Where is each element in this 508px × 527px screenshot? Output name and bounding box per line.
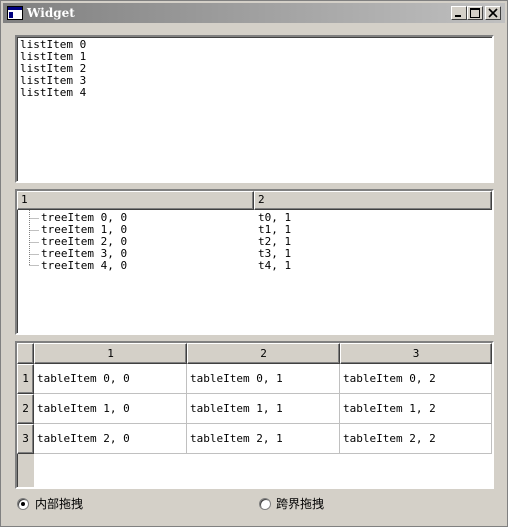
table-row-header[interactable]: 2	[17, 394, 34, 424]
window-title: Widget	[27, 6, 75, 20]
table-row-header[interactable]: 3	[17, 424, 34, 454]
table-cell[interactable]: tableItem 0, 2	[340, 364, 492, 394]
maximize-icon	[470, 8, 480, 18]
table-corner-button[interactable]	[17, 343, 34, 364]
table-cell[interactable]: tableItem 0, 0	[34, 364, 187, 394]
close-icon	[488, 8, 498, 18]
table-col-header[interactable]: 3	[340, 343, 492, 364]
table-cell[interactable]: tableItem 2, 0	[34, 424, 187, 454]
table-cell[interactable]: tableItem 1, 0	[34, 394, 187, 424]
list-item[interactable]: listItem 4	[20, 87, 86, 99]
maximize-button[interactable]	[467, 6, 483, 20]
window-icon	[7, 6, 23, 20]
minimize-button[interactable]	[451, 6, 467, 20]
tree-item-col2: t4, 1	[258, 259, 292, 272]
tree-item[interactable]: treeItem 4, 0	[41, 260, 127, 272]
tree-header-col2[interactable]: 2	[254, 191, 492, 210]
internal-drag-label[interactable]: 内部拖拽	[35, 497, 83, 511]
table-cell[interactable]: tableItem 1, 2	[340, 394, 492, 424]
table-widget[interactable]: 1 2 3 1 2 3 tableItem 0, 0 tableItem 0, …	[15, 341, 494, 489]
table-cell[interactable]: tableItem 1, 1	[187, 394, 340, 424]
close-button[interactable]	[485, 6, 501, 20]
table-row-header[interactable]: 1	[17, 364, 34, 394]
internal-drag-radio[interactable]	[17, 498, 29, 510]
table-col-header[interactable]: 2	[187, 343, 340, 364]
cross-boundary-drag-radio[interactable]	[259, 498, 271, 510]
title-bar[interactable]: Widget	[3, 3, 505, 23]
table-cell[interactable]: tableItem 2, 2	[340, 424, 492, 454]
tree-header-col1[interactable]: 1	[17, 191, 254, 210]
table-cell[interactable]: tableItem 2, 1	[187, 424, 340, 454]
tree-widget[interactable]: 1 2 treeItem 0, 0 t0, 1 treeItem 1, 0 t1…	[15, 189, 494, 335]
table-cell[interactable]: tableItem 0, 1	[187, 364, 340, 394]
radio-checked-dot	[21, 502, 25, 506]
main-window: Widget listItem 0 listItem 1 listItem 2 …	[0, 0, 508, 527]
table-col-header[interactable]: 1	[34, 343, 187, 364]
list-widget[interactable]: listItem 0 listItem 1 listItem 2 listIte…	[15, 35, 494, 183]
cross-boundary-drag-label[interactable]: 跨界拖拽	[276, 497, 324, 511]
minimize-icon	[455, 15, 461, 17]
table-empty-area	[34, 454, 492, 487]
